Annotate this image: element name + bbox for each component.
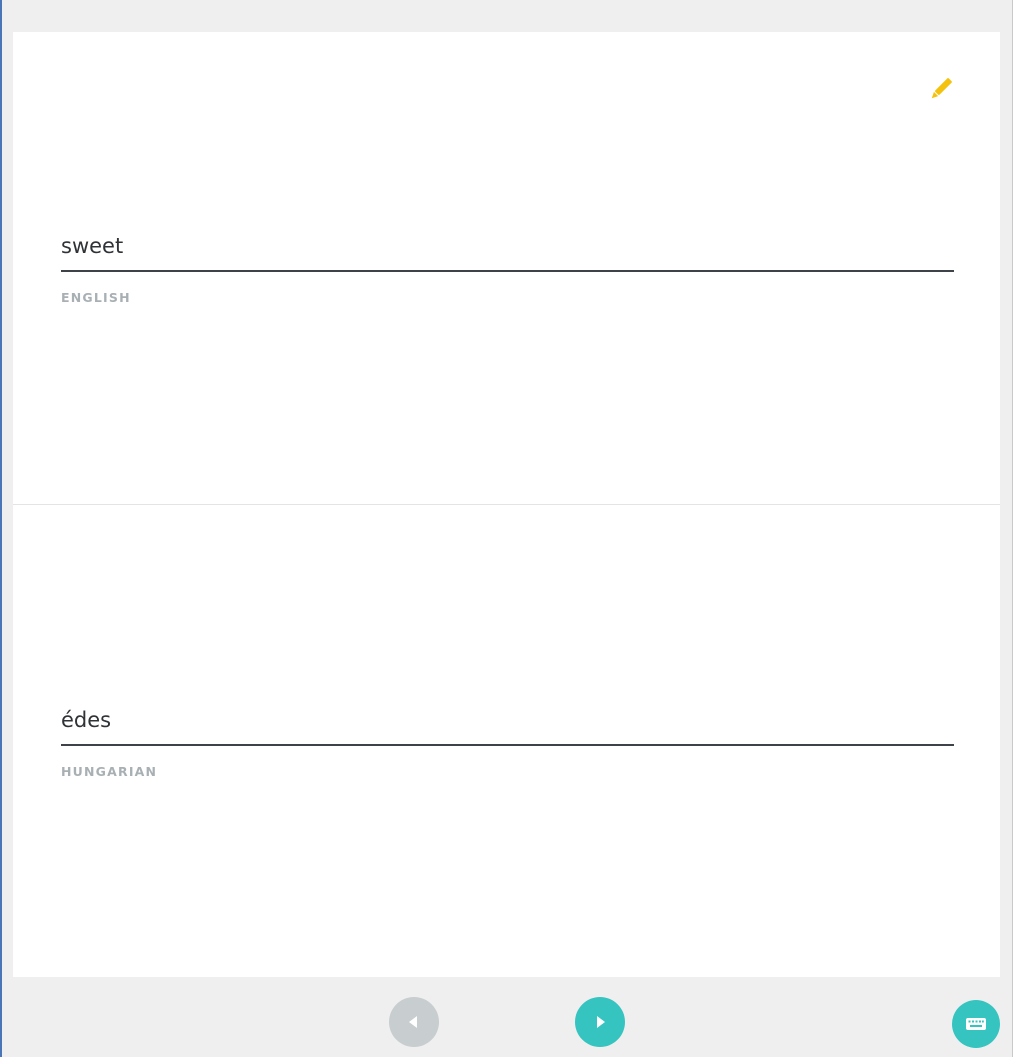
front-field: ENGLISH <box>61 228 954 305</box>
previous-button[interactable] <box>389 997 439 1047</box>
back-field: HUNGARIAN <box>61 702 954 779</box>
footer-toolbar <box>2 977 1013 1057</box>
pencil-icon <box>931 78 952 99</box>
edit-button[interactable] <box>926 74 956 104</box>
keyboard-icon <box>966 1018 986 1030</box>
chevron-right-icon <box>597 1016 605 1028</box>
back-language-label: HUNGARIAN <box>61 764 158 779</box>
app-frame: ENGLISH HUNGARIAN <box>0 0 1013 1057</box>
next-button[interactable] <box>575 997 625 1047</box>
card-divider <box>13 504 1000 505</box>
chevron-left-icon <box>409 1016 417 1028</box>
keyboard-shortcuts-button[interactable] <box>952 1000 1000 1048</box>
front-language-label: ENGLISH <box>61 290 131 305</box>
back-definition-input[interactable] <box>61 702 954 746</box>
flashcard: ENGLISH HUNGARIAN <box>13 32 1000 977</box>
front-term-input[interactable] <box>61 228 954 272</box>
